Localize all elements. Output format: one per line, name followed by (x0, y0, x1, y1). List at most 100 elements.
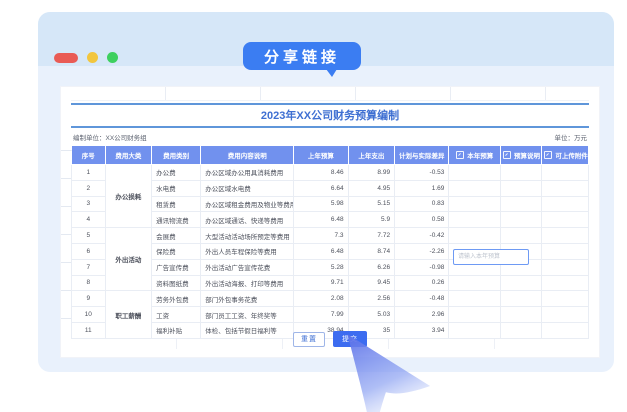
close-window-button[interactable] (54, 53, 78, 63)
table-row: 1办公损耗办公费办公区域办公用具消耗费用8.468.99-0.53 (72, 165, 589, 181)
column-header: 预算说明 (501, 146, 542, 165)
last-year-spend-cell: 5.9 (348, 212, 395, 228)
attachment-cell[interactable] (542, 243, 589, 259)
attachment-cell[interactable] (542, 259, 589, 275)
plan-actual-diff-cell: 2.96 (395, 307, 449, 323)
column-header: 费用类别 (152, 146, 201, 165)
expense-desc-cell: 部门员工工资、年终奖等 (201, 307, 294, 323)
edit-icon (456, 151, 464, 159)
last-year-spend-cell: 6.26 (348, 259, 395, 275)
row-seq-cell: 9 (72, 291, 106, 307)
current-year-budget-input[interactable] (453, 249, 529, 265)
page-title: 2023年XX公司财务预算编制 (71, 107, 589, 123)
last-year-budget-cell: 5.28 (294, 259, 348, 275)
budget-note-cell[interactable] (501, 165, 542, 181)
budget-note-cell[interactable] (501, 291, 542, 307)
browser-titlebar: 分享链接 (38, 12, 614, 66)
column-header: 费用内容说明 (201, 146, 294, 165)
column-header: 上年支出 (348, 146, 395, 165)
row-seq-cell: 8 (72, 275, 106, 291)
title-band: 2023年XX公司财务预算编制 (71, 103, 589, 128)
column-header: 可上传附件 (542, 146, 589, 165)
last-year-spend-cell: 7.72 (348, 228, 395, 244)
last-year-spend-cell: 8.99 (348, 165, 395, 181)
submit-button[interactable]: 提交 (333, 331, 367, 347)
current-budget-cell[interactable] (449, 228, 501, 244)
budget-note-cell[interactable] (501, 180, 542, 196)
browser-window: 分享链接 2023年XX公司财务预算编制 编制单位：XX公司财务组 单位：万元 (38, 12, 614, 372)
budget-note-cell[interactable] (501, 275, 542, 291)
grid-lines-top (71, 87, 589, 101)
last-year-budget-cell: 5.98 (294, 196, 348, 212)
last-year-budget-cell: 2.08 (294, 291, 348, 307)
current-budget-cell[interactable] (449, 291, 501, 307)
attachment-cell[interactable] (542, 275, 589, 291)
row-seq-cell: 2 (72, 180, 106, 196)
last-year-budget-cell: 9.71 (294, 275, 348, 291)
current-budget-cell[interactable] (449, 212, 501, 228)
expense-type-cell: 会展费 (152, 228, 201, 244)
last-year-spend-cell: 5.15 (348, 196, 395, 212)
budget-note-cell[interactable] (501, 196, 542, 212)
last-year-spend-cell: 4.95 (348, 180, 395, 196)
current-budget-cell[interactable] (449, 180, 501, 196)
current-budget-cell[interactable] (449, 196, 501, 212)
current-budget-cell[interactable] (449, 165, 501, 181)
last-year-spend-cell: 5.03 (348, 307, 395, 323)
attachment-cell[interactable] (542, 228, 589, 244)
plan-actual-diff-cell: 1.69 (395, 180, 449, 196)
plan-actual-diff-cell: -0.48 (395, 291, 449, 307)
expense-type-cell: 通讯物流费 (152, 212, 201, 228)
plan-actual-diff-cell: -0.42 (395, 228, 449, 244)
budget-note-cell[interactable] (501, 228, 542, 244)
row-seq-cell: 6 (72, 243, 106, 259)
expense-desc-cell: 部门外包事务花费 (201, 291, 294, 307)
expense-desc-cell: 外出活动广告宣传花费 (201, 259, 294, 275)
attachment-cell[interactable] (542, 196, 589, 212)
attachment-cell[interactable] (542, 165, 589, 181)
unit-label: 单位：万元 (555, 132, 588, 142)
expense-type-cell: 租赁费 (152, 196, 201, 212)
minimize-window-button[interactable] (87, 52, 98, 63)
last-year-budget-cell: 6.48 (294, 212, 348, 228)
plan-actual-diff-cell: 0.26 (395, 275, 449, 291)
row-seq-cell: 4 (72, 212, 106, 228)
last-year-spend-cell: 9.45 (348, 275, 395, 291)
budget-note-cell[interactable] (501, 212, 542, 228)
attachment-cell[interactable] (542, 180, 589, 196)
budget-table: 序号费用大类费用类别费用内容说明上年预算上年支出计划与实际差异本年预算预算说明可… (71, 145, 589, 339)
expense-type-cell: 广告宣传费 (152, 259, 201, 275)
category-group-cell: 办公损耗 (105, 165, 152, 228)
last-year-spend-cell: 2.56 (348, 291, 395, 307)
last-year-budget-cell: 7.99 (294, 307, 348, 323)
attachment-cell[interactable] (542, 291, 589, 307)
budget-note-cell[interactable] (501, 307, 542, 323)
expense-type-cell: 工资 (152, 307, 201, 323)
last-year-budget-cell: 6.48 (294, 243, 348, 259)
category-group-cell: 外出活动 (105, 228, 152, 291)
plan-actual-diff-cell: -0.98 (395, 259, 449, 275)
window-controls (54, 52, 118, 63)
reset-button[interactable]: 重置 (293, 332, 325, 347)
attachment-cell[interactable] (542, 307, 589, 323)
expense-desc-cell: 外出人员车程保险等费用 (201, 243, 294, 259)
expense-desc-cell: 办公区域租金费用及物业等费用 (201, 196, 294, 212)
last-year-budget-cell: 6.64 (294, 180, 348, 196)
plan-actual-diff-cell: 0.83 (395, 196, 449, 212)
attachment-cell[interactable] (542, 212, 589, 228)
table-row: 9职工薪酬劳务外包费部门外包事务花费2.082.56-0.48 (72, 291, 589, 307)
column-header: 序号 (72, 146, 106, 165)
maximize-window-button[interactable] (107, 52, 118, 63)
form-actions: 重置 提交 (61, 331, 599, 347)
screenshot-canvas: 分享链接 2023年XX公司财务预算编制 编制单位：XX公司财务组 单位：万元 (0, 0, 627, 412)
expense-desc-cell: 办公区域水电费 (201, 180, 294, 196)
budget-document: 2023年XX公司财务预算编制 编制单位：XX公司财务组 单位：万元 序号费用大… (71, 103, 589, 339)
expense-type-cell: 资料图纸费 (152, 275, 201, 291)
expense-desc-cell: 办公区域办公用具消耗费用 (201, 165, 294, 181)
plan-actual-diff-cell: 0.58 (395, 212, 449, 228)
plan-actual-diff-cell: -2.26 (395, 243, 449, 259)
row-seq-cell: 5 (72, 228, 106, 244)
edit-icon (503, 151, 511, 159)
current-budget-cell[interactable] (449, 307, 501, 323)
current-budget-cell[interactable] (449, 275, 501, 291)
